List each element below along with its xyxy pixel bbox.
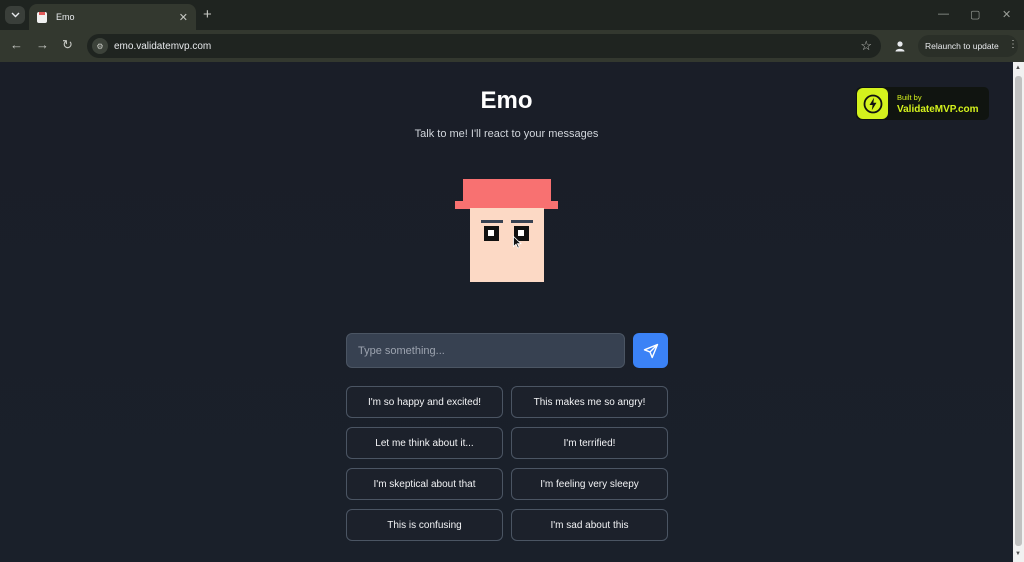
page-subtitle: Talk to me! I'll react to your messages [414,128,599,140]
new-tab-button[interactable]: + [203,7,212,23]
close-tab-icon[interactable]: ✕ [179,11,188,24]
scroll-up-icon[interactable]: ▲ [1015,65,1021,71]
badge-brand-text: ValidateMVP.com [897,103,979,115]
reload-icon[interactable]: ↻ [62,38,73,52]
built-by-badge[interactable]: Built by ValidateMVP.com [856,87,989,120]
site-info-icon[interactable]: ⚙ [92,38,108,54]
suggestion-button[interactable]: I'm sad about this [511,509,668,541]
suggestion-button[interactable]: This makes me so angry! [511,386,668,418]
profile-icon[interactable] [892,38,908,54]
suggestion-button[interactable]: I'm so happy and excited! [346,386,503,418]
menu-kebab-icon[interactable]: ⋮ [1008,40,1018,50]
vertical-scrollbar[interactable]: ▲ ▼ [1013,62,1024,562]
relaunch-button[interactable]: Relaunch to update [918,35,1018,57]
tab-search-button[interactable] [5,6,25,24]
minimize-icon[interactable]: — [938,8,949,20]
browser-toolbar: ← → ↻ ⚙ emo.validatemvp.com ☆ Relaunch t… [0,30,1024,62]
scroll-thumb[interactable] [1015,76,1022,546]
suggestion-button[interactable]: Let me think about it... [346,427,503,459]
hat-top [463,179,551,201]
message-input-wrapper [346,333,625,368]
left-eyebrow [481,220,503,223]
badge-small-text: Built by [897,92,922,102]
window-close-icon[interactable]: ✕ [1002,8,1011,21]
chevron-down-icon [11,12,19,18]
forward-icon[interactable]: → [36,38,49,52]
message-input[interactable] [347,334,624,367]
back-icon[interactable]: ← [10,38,23,52]
suggestion-button[interactable]: I'm feeling very sleepy [511,468,668,500]
suggestion-grid: I'm so happy and excited! This makes me … [346,386,668,541]
site-favicon-icon [37,11,47,23]
send-icon [643,343,658,358]
url-text[interactable]: emo.validatemvp.com [114,41,860,52]
maximize-icon[interactable]: ▢ [970,8,980,21]
bookmark-star-icon[interactable]: ☆ [860,38,872,54]
suggestion-button[interactable]: I'm terrified! [511,427,668,459]
scroll-down-icon[interactable]: ▼ [1015,551,1021,557]
mouse-cursor-icon [513,236,522,249]
send-button[interactable] [633,333,668,368]
suggestion-button[interactable]: I'm skeptical about that [346,468,503,500]
address-bar[interactable]: ⚙ emo.validatemvp.com ☆ [87,34,881,58]
left-eye [484,226,499,241]
right-eyebrow [511,220,533,223]
tab-emo[interactable]: Emo ✕ [29,4,196,30]
tab-title: Emo [56,12,75,22]
lightning-icon [857,88,888,119]
suggestion-button[interactable]: This is confusing [346,509,503,541]
page-content: Emo Talk to me! I'll react to your messa… [0,62,1013,562]
tab-bar: Emo ✕ + — ▢ ✕ [0,0,1024,30]
left-pupil [488,230,494,236]
